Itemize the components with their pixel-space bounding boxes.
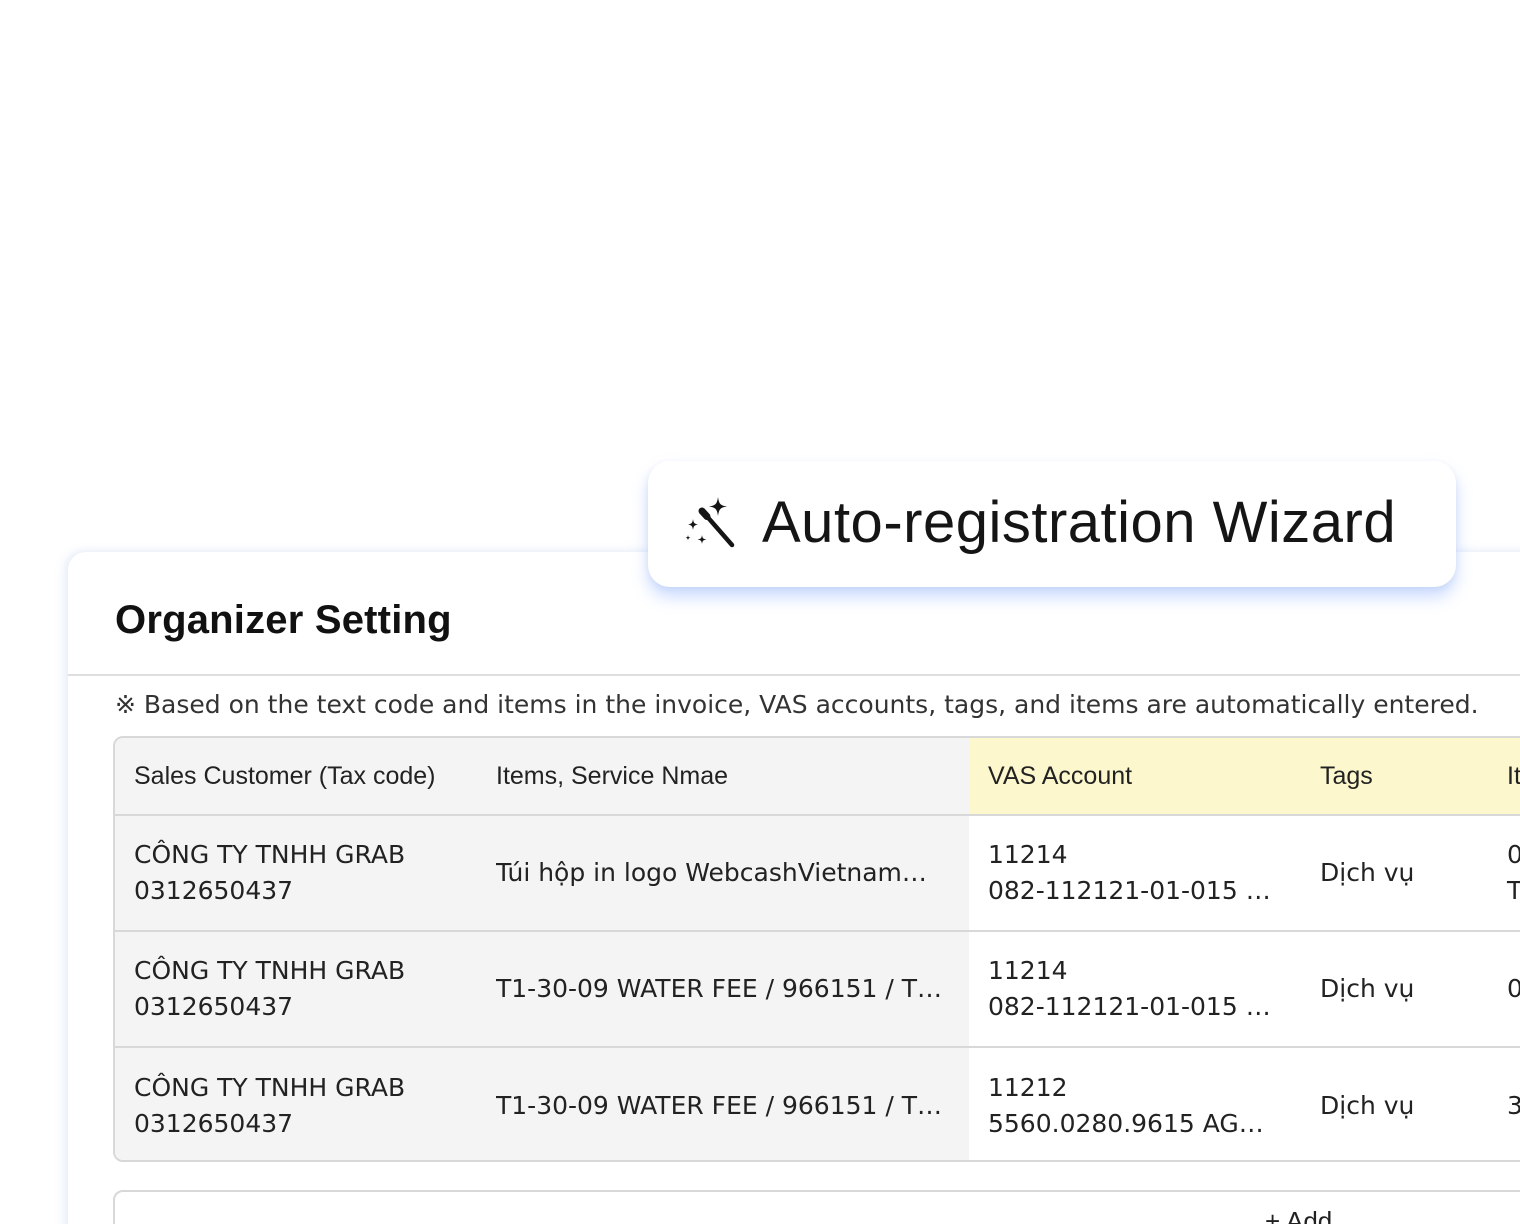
panel-title: Organizer Setting [115,598,452,642]
notice-text: ※ Based on the text code and items in th… [115,690,1479,719]
magic-wand-sparkles-icon [682,495,740,553]
tag-value: Dịch vụ [1320,1091,1415,1120]
item-mapping-cell[interactable]: 0 [1487,932,1520,1046]
header-cell-tags: Tags [1301,738,1487,814]
vas-account-code: 11214 [988,840,1068,869]
vas-account-cell[interactable]: 11212 5560.0280.9615 AG… [969,1048,1301,1160]
vas-account-detail: 5560.0280.9615 AG… [988,1109,1264,1138]
header-label-tags: Tags [1320,761,1373,790]
table-header-row: Sales Customer (Tax code) Items, Service… [115,738,1520,816]
item-name: T1-30-09 WATER FEE / 966151 / T… [496,974,942,1003]
item-cell: T1-30-09 WATER FEE / 966151 / T… [477,932,969,1046]
table-row[interactable]: CÔNG TY TNHH GRAB 0312650437 Túi hộp in … [115,816,1520,932]
screen: Organizer Setting ※ Based on the text co… [0,0,1520,1224]
customer-name: CÔNG TY TNHH GRAB [134,956,406,985]
tag-value: Dịch vụ [1320,858,1415,887]
customer-cell: CÔNG TY TNHH GRAB 0312650437 [115,816,477,930]
item-mapping-line1: 3 [1507,1088,1520,1124]
add-row-button[interactable]: + Add [113,1190,1520,1224]
item-cell: Túi hộp in logo WebcashVietnam… [477,816,969,930]
item-name: Túi hộp in logo WebcashVietnam… [496,858,927,887]
item-mapping-line1: 0 [1507,837,1520,873]
header-cell-item: It [1487,738,1520,814]
header-cell-customer: Sales Customer (Tax code) [115,738,477,814]
tax-code: 0312650437 [134,876,294,905]
tag-cell[interactable]: Dịch vụ [1301,932,1487,1046]
item-mapping-cell[interactable]: 3 [1487,1048,1520,1160]
vas-account-detail: 082-112121-01-015 I… [988,992,1278,1021]
add-button-label: + Add [1265,1206,1333,1224]
item-name: T1-30-09 WATER FEE / 966151 / T… [496,1091,942,1120]
header-cell-items: Items, Service Nmae [477,738,969,814]
table-row[interactable]: CÔNG TY TNHH GRAB 0312650437 T1-30-09 WA… [115,932,1520,1048]
tag-value: Dịch vụ [1320,974,1415,1003]
customer-name: CÔNG TY TNHH GRAB [134,840,406,869]
vas-account-code: 11212 [988,1073,1068,1102]
header-label-items: Items, Service Nmae [496,761,729,790]
vas-account-cell[interactable]: 11214 082-112121-01-015 I… [969,932,1301,1046]
tag-cell[interactable]: Dịch vụ [1301,816,1487,930]
header-label-vas-account: VAS Account [988,761,1133,790]
header-label-customer: Sales Customer (Tax code) [134,761,436,790]
item-cell: T1-30-09 WATER FEE / 966151 / T… [477,1048,969,1160]
header-label-item: It [1507,761,1520,790]
table-row[interactable]: CÔNG TY TNHH GRAB 0312650437 T1-30-09 WA… [115,1048,1520,1160]
organizer-setting-panel: Organizer Setting ※ Based on the text co… [68,552,1520,1224]
vas-account-detail: 082-112121-01-015 I… [988,876,1278,905]
tag-cell[interactable]: Dịch vụ [1301,1048,1487,1160]
tax-code: 0312650437 [134,1109,294,1138]
customer-name: CÔNG TY TNHH GRAB [134,1073,406,1102]
header-cell-vas-account: VAS Account [969,738,1301,814]
panel-divider [68,674,1520,676]
vas-account-code: 11214 [988,956,1068,985]
wizard-label: Auto-registration Wizard [762,490,1397,555]
item-mapping-line2: T [1507,873,1520,909]
item-mapping-line1: 0 [1507,971,1520,1007]
vas-account-cell[interactable]: 11214 082-112121-01-015 I… [969,816,1301,930]
auto-registration-wizard-button[interactable]: Auto-registration Wizard [648,461,1456,587]
customer-cell: CÔNG TY TNHH GRAB 0312650437 [115,932,477,1046]
item-mapping-cell[interactable]: 0 T [1487,816,1520,930]
customer-cell: CÔNG TY TNHH GRAB 0312650437 [115,1048,477,1160]
rules-table: Sales Customer (Tax code) Items, Service… [113,736,1520,1162]
tax-code: 0312650437 [134,992,294,1021]
